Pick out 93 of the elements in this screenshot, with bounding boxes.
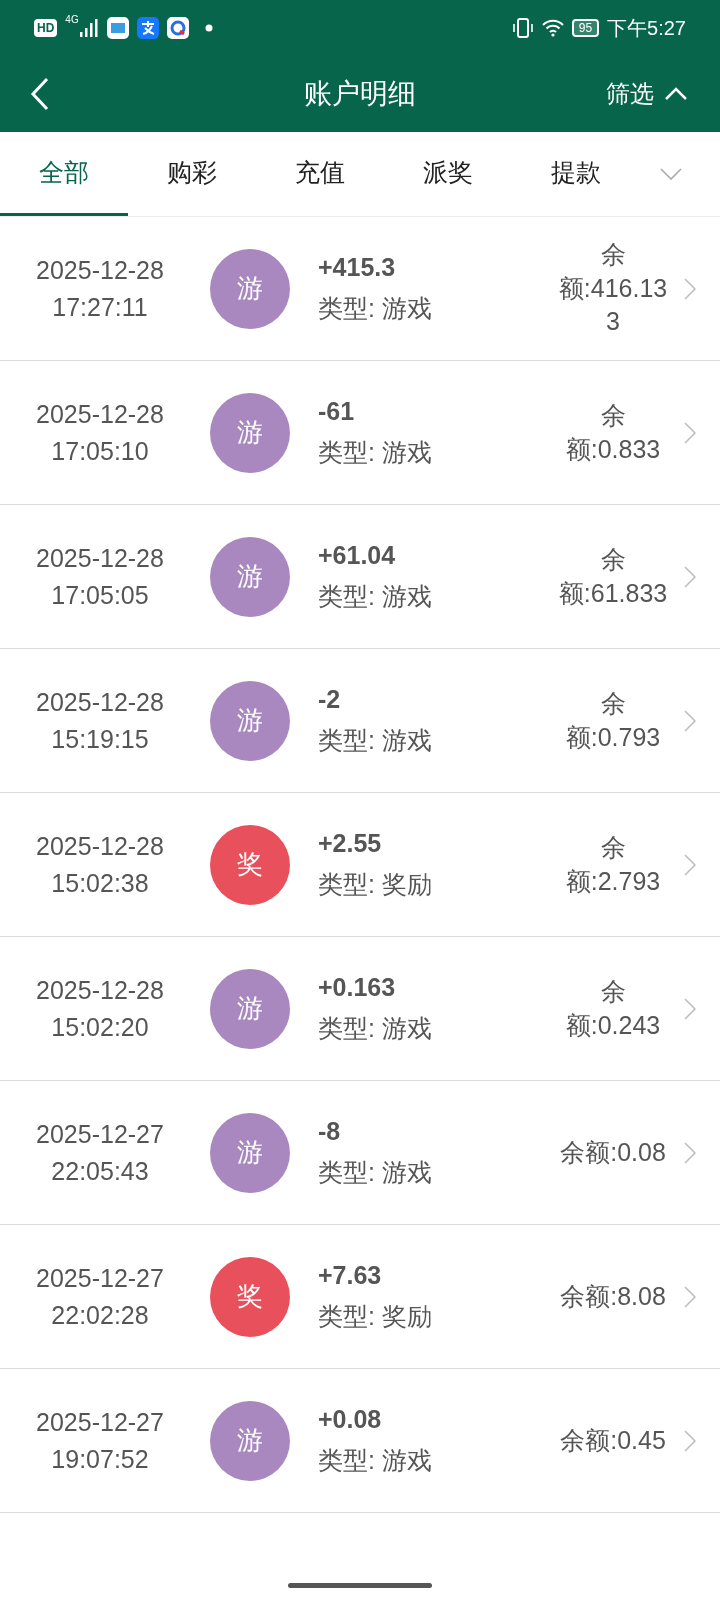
- record-amount: -61: [318, 396, 356, 426]
- record-date: 2025-12-27: [36, 1407, 164, 1437]
- record-amount: -2: [318, 684, 342, 714]
- record-row[interactable]: 2025-12-27 22:02:28 奖 +7.63 类型: 奖励 余额:8.08: [0, 1225, 720, 1369]
- record-date: 2025-12-28: [36, 831, 164, 861]
- record-date: 2025-12-27: [36, 1263, 164, 1293]
- record-time: 15:02:20: [51, 1012, 149, 1042]
- type-badge: 游: [210, 392, 290, 473]
- mail-app-icon: [106, 17, 129, 39]
- page-title: 账户明细: [304, 77, 416, 111]
- record-balance: 余额:0.833: [564, 399, 662, 465]
- record-time: 22:02:28: [51, 1300, 149, 1330]
- record-amount: +0.163: [318, 972, 397, 1002]
- q-app-icon: [166, 17, 189, 39]
- type-badge: 游: [210, 1400, 290, 1481]
- record-row[interactable]: 2025-12-28 17:05:05 游 +61.04 类型: 游戏 余额:61.833: [0, 505, 720, 649]
- record-date: 2025-12-28: [36, 255, 164, 285]
- chevron-right-icon: [684, 709, 696, 732]
- hd-icon: HD: [34, 19, 58, 37]
- back-icon[interactable]: [30, 77, 50, 111]
- record-amount: -8: [318, 1116, 342, 1146]
- record-amount: +7.63: [318, 1260, 383, 1290]
- tab[interactable]: 提款: [512, 132, 640, 216]
- chevron-right-icon: [684, 277, 696, 300]
- record-row[interactable]: 2025-12-28 15:02:20 游 +0.163 类型: 游戏 余额:0.243: [0, 937, 720, 1081]
- chevron-right-icon: [684, 1429, 696, 1452]
- record-time: 17:05:10: [51, 436, 149, 466]
- record-type: 类型: 奖励: [318, 1300, 433, 1332]
- record-date: 2025-12-28: [36, 543, 164, 573]
- record-balance: 余额:0.793: [564, 687, 662, 753]
- wifi-icon: [541, 19, 564, 37]
- chevron-right-icon: [684, 421, 696, 444]
- type-badge: 奖: [210, 824, 290, 905]
- record-balance: 余额:61.833: [557, 543, 669, 609]
- record-balance: 余额:416.133: [557, 238, 669, 338]
- signal-icon: [78, 18, 99, 38]
- type-badge: 游: [210, 536, 290, 617]
- type-badge: 游: [210, 1112, 290, 1193]
- tab[interactable]: 购彩: [128, 132, 256, 216]
- chevron-right-icon: [684, 1285, 696, 1308]
- record-amount: +0.08: [318, 1404, 383, 1434]
- record-type: 类型: 游戏: [318, 1444, 433, 1476]
- record-amount: +415.3: [318, 252, 397, 282]
- record-time: 22:05:43: [51, 1156, 149, 1186]
- tab[interactable]: 派奖: [384, 132, 512, 216]
- record-time: 17:27:11: [52, 292, 148, 322]
- record-amount: +61.04: [318, 540, 397, 570]
- record-balance: 余额:8.08: [559, 1280, 667, 1312]
- record-date: 2025-12-28: [36, 687, 164, 717]
- record-time: 15:02:38: [51, 868, 149, 898]
- chevron-down-icon[interactable]: [660, 168, 682, 180]
- pay-app-icon: [136, 17, 159, 39]
- record-type: 类型: 游戏: [318, 1012, 433, 1044]
- tab[interactable]: 充值: [256, 132, 384, 216]
- network-label: 4G: [65, 14, 79, 25]
- record-date: 2025-12-28: [36, 399, 164, 429]
- record-time: 17:05:05: [51, 580, 149, 610]
- type-badge: 游: [210, 968, 290, 1049]
- record-balance: 余额:2.793: [564, 831, 662, 897]
- chevron-right-icon: [684, 853, 696, 876]
- battery-indicator: 95: [571, 19, 600, 37]
- record-type: 类型: 游戏: [318, 580, 433, 612]
- filter-button[interactable]: 筛选: [606, 78, 688, 110]
- record-type: 类型: 奖励: [318, 868, 433, 900]
- record-row[interactable]: 2025-12-27 19:07:52 游 +0.08 类型: 游戏 余额:0.45: [0, 1369, 720, 1513]
- type-badge: 游: [210, 248, 290, 329]
- caret-icon: [664, 87, 688, 101]
- type-badge: 游: [210, 680, 290, 761]
- record-balance: 余额:0.08: [559, 1136, 667, 1168]
- vibrate-icon: [511, 17, 534, 39]
- clock: 下午5:27: [607, 15, 686, 41]
- record-type: 类型: 游戏: [318, 724, 433, 756]
- dot-icon: [204, 24, 213, 32]
- record-balance: 余额:0.243: [564, 975, 662, 1041]
- record-type: 类型: 游戏: [318, 292, 433, 324]
- record-row[interactable]: 2025-12-28 17:27:11 游 +415.3 类型: 游戏 余额:416.133: [0, 217, 720, 361]
- chevron-right-icon: [684, 997, 696, 1020]
- record-amount: +2.55: [318, 828, 383, 858]
- record-time: 19:07:52: [51, 1444, 149, 1474]
- type-badge: 奖: [210, 1256, 290, 1337]
- record-date: 2025-12-28: [36, 975, 164, 1005]
- tab[interactable]: 全部: [0, 132, 128, 216]
- record-type: 类型: 游戏: [318, 436, 433, 468]
- record-row[interactable]: 2025-12-28 15:19:15 游 -2 类型: 游戏 余额:0.793: [0, 649, 720, 793]
- chevron-right-icon: [684, 1141, 696, 1164]
- chevron-right-icon: [684, 565, 696, 588]
- record-row[interactable]: 2025-12-27 22:05:43 游 -8 类型: 游戏 余额:0.08: [0, 1081, 720, 1225]
- record-date: 2025-12-27: [36, 1119, 164, 1149]
- record-row[interactable]: 2025-12-28 17:05:10 游 -61 类型: 游戏 余额:0.833: [0, 361, 720, 505]
- record-row[interactable]: 2025-12-28 15:02:38 奖 +2.55 类型: 奖励 余额:2.793: [0, 793, 720, 937]
- record-type: 类型: 游戏: [318, 1156, 433, 1188]
- record-balance: 余额:0.45: [559, 1424, 667, 1456]
- record-time: 15:19:15: [51, 724, 149, 754]
